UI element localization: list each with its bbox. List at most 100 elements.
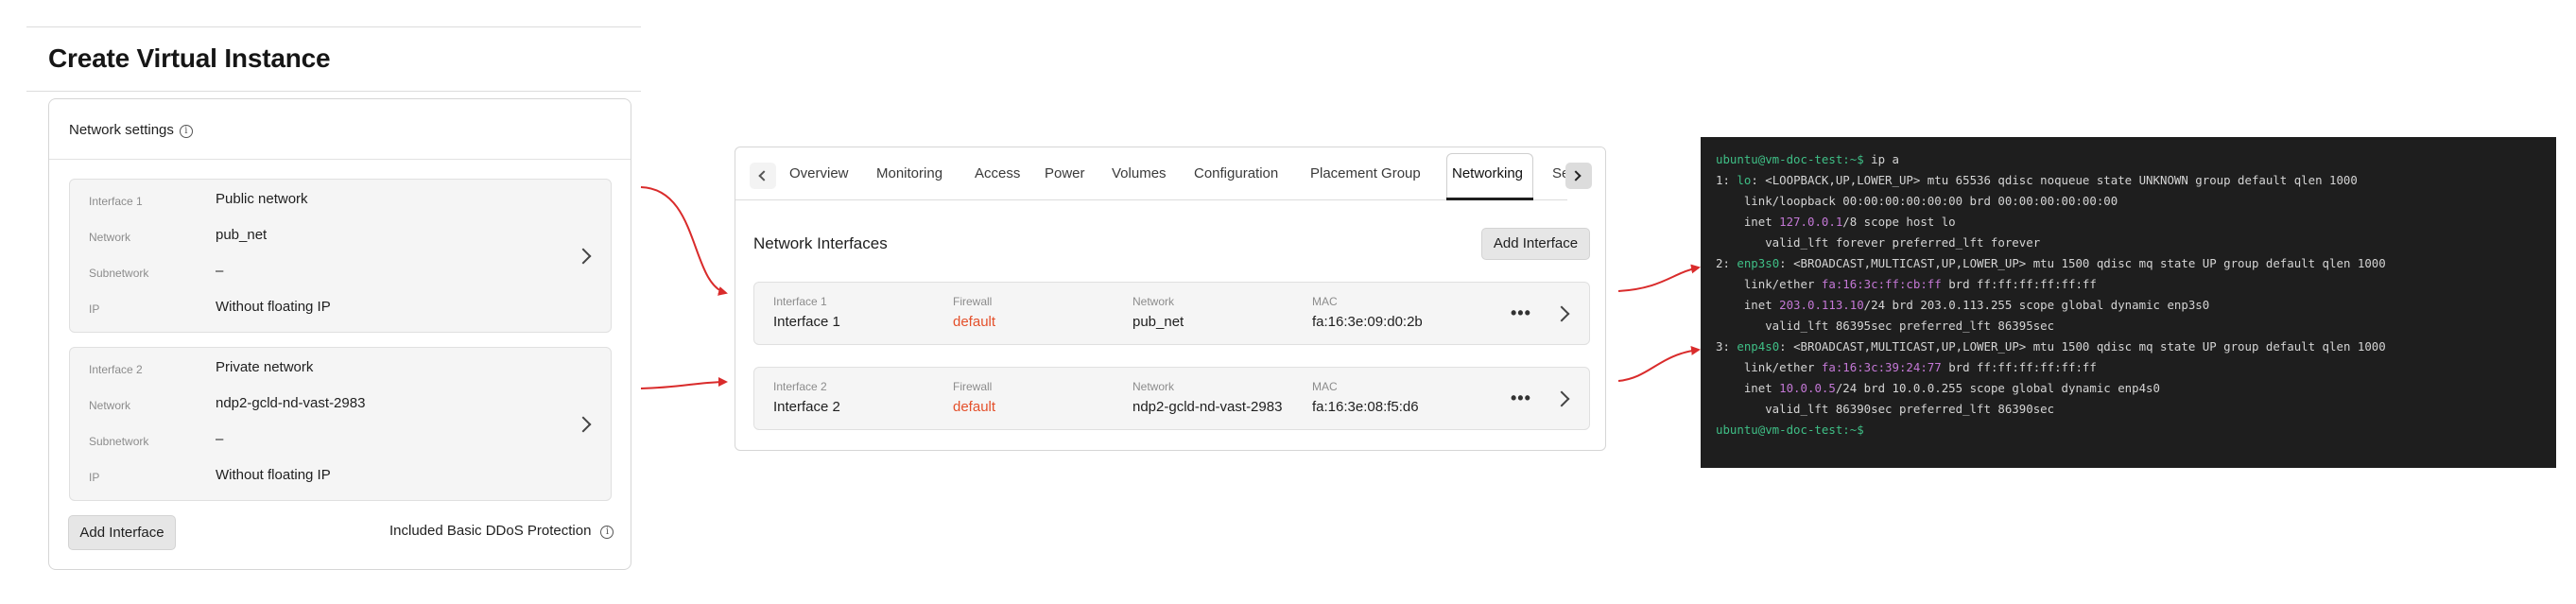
subnetwork-row: Subnetwork – <box>89 431 554 450</box>
info-icon[interactable]: i <box>600 526 614 539</box>
mac-address: fa:16:3c:ff:cb:ff <box>1821 277 1942 291</box>
tab-scroll-right-button[interactable] <box>1565 163 1592 189</box>
iface-name-enp4s0: enp4s0 <box>1737 339 1780 354</box>
iface-index: 1: <box>1716 173 1738 187</box>
mac-column: MAC fa:16:3e:08:f5:d6 <box>1312 380 1419 415</box>
network-settings-label: Network settings <box>69 122 174 138</box>
inet-address: 127.0.0.1 <box>1779 215 1843 229</box>
chevron-right-icon[interactable] <box>575 248 592 265</box>
firewall-link[interactable]: default <box>953 399 995 415</box>
inet-prefix: inet <box>1716 215 1780 229</box>
tab-configuration[interactable]: Configuration <box>1194 165 1278 181</box>
network-value: ndp2-gcld-nd-vast-2983 <box>1132 399 1283 415</box>
terminal-line-lo-valid: valid_lft forever preferred_lft forever <box>1716 235 2041 250</box>
terminal-line-lo-inet: inet 127.0.0.1/8 scope host lo <box>1716 215 1956 229</box>
mac-address: fa:16:3c:39:24:77 <box>1821 360 1942 374</box>
subnetwork-value: – <box>216 263 224 279</box>
tab-scroll-left-button[interactable] <box>750 163 776 189</box>
network-label: Network <box>1132 380 1175 393</box>
interface-value: Public network <box>216 191 308 207</box>
chevron-right-icon[interactable] <box>575 416 592 433</box>
arrow-row2-to-enp4s0 <box>1617 345 1701 382</box>
inet-address: 10.0.0.5 <box>1779 381 1836 395</box>
network-column: Network ndp2-gcld-nd-vast-2983 <box>1132 380 1282 415</box>
title-divider <box>26 91 641 92</box>
interface-card-2[interactable]: Interface 2 Private network Network ndp2… <box>69 347 612 501</box>
info-icon[interactable]: i <box>179 125 193 138</box>
inet-suffix: /24 brd 203.0.113.255 scope global dynam… <box>1863 298 2210 312</box>
inet-suffix: /24 brd 10.0.0.255 scope global dynamic … <box>1835 381 2160 395</box>
terminal-line-enp4s0-link: link/ether fa:16:3c:39:24:77 brd ff:ff:f… <box>1716 360 2097 374</box>
link-prefix: link/ether <box>1716 360 1822 374</box>
tab-overview[interactable]: Overview <box>789 165 849 181</box>
iface-flags: : <LOOPBACK,UP,LOWER_UP> mtu 65536 qdisc… <box>1751 173 2358 187</box>
top-divider <box>26 26 641 27</box>
terminal-window[interactable]: ubuntu@vm-doc-test:~$ ip a 1: lo: <LOOPB… <box>1701 137 2556 468</box>
add-interface-button[interactable]: Add Interface <box>1481 228 1590 260</box>
network-settings-card: Network settings i Interface 1 Public net… <box>48 98 631 570</box>
terminal-line-command: ubuntu@vm-doc-test:~$ ip a <box>1716 152 1899 166</box>
firewall-column: Firewall default <box>953 295 995 330</box>
chevron-left-icon <box>758 170 769 181</box>
network-settings-title: Network settings i <box>69 122 193 138</box>
iface-flags: : <BROADCAST,MULTICAST,UP,LOWER_UP> mtu … <box>1779 339 2386 354</box>
chevron-right-icon <box>1570 170 1582 181</box>
ip-value: Without floating IP <box>216 299 331 315</box>
link-suffix: brd ff:ff:ff:ff:ff:ff <box>1941 360 2097 374</box>
network-settings-header: Network settings i <box>49 99 631 160</box>
interface-card-1[interactable]: Interface 1 Public network Network pub_n… <box>69 179 612 333</box>
network-column: Network pub_net <box>1132 295 1184 330</box>
inet-address: 203.0.113.10 <box>1779 298 1864 312</box>
arrow-iface2-to-row2 <box>640 377 728 389</box>
tab-volumes[interactable]: Volumes <box>1112 165 1167 181</box>
network-value: pub_net <box>216 227 268 243</box>
iface-name-enp3s0: enp3s0 <box>1737 256 1780 270</box>
terminal-line-enp4s0-valid: valid_lft 86390sec preferred_lft 86390se… <box>1716 402 2055 416</box>
terminal-final-prompt: ubuntu@vm-doc-test:~$ <box>1716 423 1864 437</box>
interface-label: Interface 2 <box>773 380 827 393</box>
network-label: Network <box>89 231 131 244</box>
instance-networking-panel: Overview Monitoring Access Power Volumes… <box>735 147 1606 451</box>
more-options-icon[interactable]: ••• <box>1511 388 1531 408</box>
firewall-label: Firewall <box>953 380 993 393</box>
network-label: Network <box>1132 295 1175 308</box>
network-label: Network <box>89 399 131 412</box>
tab-monitoring[interactable]: Monitoring <box>876 165 942 181</box>
tab-placement-group[interactable]: Placement Group <box>1310 165 1421 181</box>
iface-index: 2: <box>1716 256 1738 270</box>
ip-row: IP Without floating IP <box>89 299 554 318</box>
terminal-line-enp4s0-inet: inet 10.0.0.5/24 brd 10.0.0.255 scope gl… <box>1716 381 2160 395</box>
firewall-label: Firewall <box>953 295 993 308</box>
interface-value: Private network <box>216 359 314 375</box>
chevron-right-icon[interactable] <box>1553 305 1570 322</box>
iface-flags: : <BROADCAST,MULTICAST,UP,LOWER_UP> mtu … <box>1779 256 2386 270</box>
add-interface-button[interactable]: Add Interface <box>68 515 176 550</box>
chevron-right-icon[interactable] <box>1553 390 1570 407</box>
ip-label: IP <box>89 302 100 316</box>
firewall-column: Firewall default <box>953 380 995 415</box>
interface-row-2[interactable]: Interface 2 Interface 2 Firewall default… <box>753 367 1590 430</box>
mac-value: fa:16:3e:09:d0:2b <box>1312 314 1423 330</box>
interface-label: Interface 2 <box>89 363 143 376</box>
arrow-row1-to-enp3s0 <box>1617 264 1701 292</box>
subnetwork-label: Subnetwork <box>89 435 149 448</box>
tab-networking[interactable]: Networking <box>1452 165 1523 181</box>
link-suffix: brd ff:ff:ff:ff:ff:ff <box>1941 277 2097 291</box>
ddos-protection-label: Included Basic DDoS Protection <box>389 523 592 539</box>
interface-label: Interface 1 <box>89 195 143 208</box>
tab-access[interactable]: Access <box>975 165 1020 181</box>
terminal-line-enp3s0-valid: valid_lft 86395sec preferred_lft 86395se… <box>1716 319 2055 333</box>
inet-suffix: /8 scope host lo <box>1842 215 1956 229</box>
interface-row-1[interactable]: Interface 1 Interface 1 Firewall default… <box>753 282 1590 345</box>
interface-name-row: Interface 2 Private network <box>89 359 554 378</box>
interface-value: Interface 1 <box>773 314 840 330</box>
network-value: ndp2-gcld-nd-vast-2983 <box>216 395 366 411</box>
interface-column: Interface 1 Interface 1 <box>773 295 840 330</box>
subnetwork-value: – <box>216 431 224 447</box>
mac-column: MAC fa:16:3e:09:d0:2b <box>1312 295 1423 330</box>
more-options-icon[interactable]: ••• <box>1511 303 1531 323</box>
subnetwork-label: Subnetwork <box>89 267 149 280</box>
terminal-line-lo: 1: lo: <LOOPBACK,UP,LOWER_UP> mtu 65536 … <box>1716 173 2358 187</box>
tab-power[interactable]: Power <box>1045 165 1085 181</box>
firewall-link[interactable]: default <box>953 314 995 330</box>
